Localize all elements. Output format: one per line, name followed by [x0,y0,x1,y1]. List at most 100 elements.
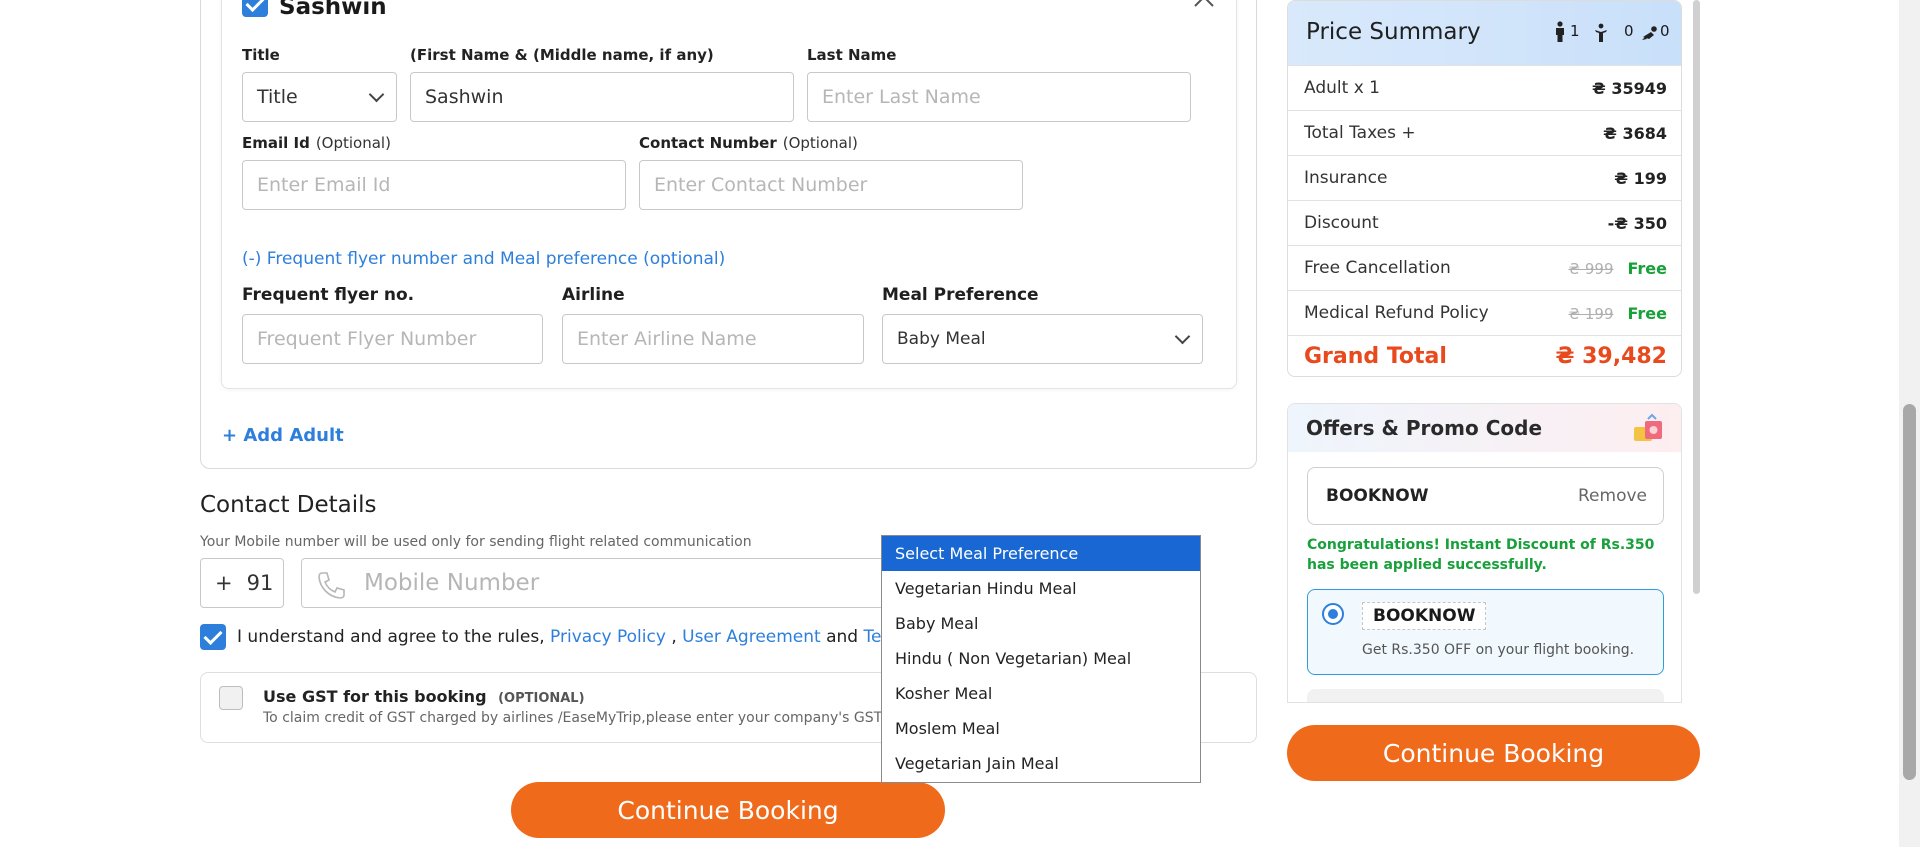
ff-number-input[interactable]: Frequent Flyer Number [242,314,543,364]
sidebar-scrollbar[interactable] [1693,0,1700,594]
price-row-label: Discount [1304,213,1379,233]
first-name-value: Sashwin [425,86,504,108]
meal-option[interactable]: Vegetarian Jain Meal [882,746,1200,781]
price-summary-header: Price Summary 1 0 0 [1288,1,1681,65]
price-row: Insurance ₴ 199 [1288,155,1681,200]
last-name-input[interactable]: Enter Last Name [807,72,1191,122]
agree-prefix: I understand and agree to the rules, [237,627,545,647]
contact-details-subtitle: Your Mobile number will be used only for… [200,534,752,550]
meal-option[interactable]: Baby Meal [882,606,1200,641]
first-name-label: (First Name & (Middle name, if any) [410,46,714,64]
last-name-label: Last Name [807,46,897,64]
continue-booking-button[interactable]: Continue Booking [511,782,945,838]
price-summary-title: Price Summary [1306,19,1481,45]
price-row: Free Cancellation ₴ 999 Free [1288,245,1681,290]
gst-checkbox[interactable] [219,686,243,710]
infant-icon [1642,26,1657,40]
country-code-input[interactable]: + 91 [200,558,284,608]
price-row-value: -₴ 350 [1607,214,1667,233]
infant-count: 0 [1660,22,1670,40]
chevron-down-icon [1174,328,1191,345]
promo-option[interactable]: BOOKNOW Get Rs.350 OFF on your flight bo… [1307,589,1664,675]
mobile-number-input[interactable]: Mobile Number [301,558,901,608]
meal-dropdown-list[interactable]: Select Meal Preference Vegetarian Hindu … [881,535,1201,783]
price-row: Discount -₴ 350 [1288,200,1681,245]
phone-icon [318,572,345,599]
title-select[interactable]: Title [242,72,397,122]
contact-number-input[interactable]: Enter Contact Number [639,160,1023,210]
email-label-text: Email Id [242,134,310,152]
title-label: Title [242,46,280,64]
promo-radio[interactable] [1322,603,1344,625]
child-count: 0 [1624,22,1634,40]
first-name-input[interactable]: Sashwin [410,72,794,122]
grand-total-row: Grand Total ₴ 39,482 [1288,335,1681,376]
contact-details-title: Contact Details [200,492,377,518]
offers-title: Offers & Promo Code [1306,416,1543,440]
traveller-name: Sashwin [279,0,387,20]
email-label: Email Id (Optional) [242,134,391,152]
meal-option[interactable]: Hindu ( Non Vegetarian) Meal [882,641,1200,676]
add-adult-link[interactable]: + Add Adult [222,425,344,446]
price-row-label: Total Taxes + [1304,123,1416,143]
airline-input[interactable]: Enter Airline Name [562,314,864,364]
old-price: ₴ 999 [1568,260,1614,278]
contact-number-label: Contact Number (Optional) [639,134,858,152]
gift-icon [1634,413,1662,441]
last-name-placeholder: Enter Last Name [822,86,981,108]
meal-select[interactable]: Baby Meal [882,314,1203,364]
price-row-label: Medical Refund Policy [1304,303,1489,323]
promo-code-field[interactable]: BOOKNOW Remove [1307,467,1664,525]
price-row: Adult x 1 ₴ 35949 [1288,65,1681,110]
price-row-label: Insurance [1304,168,1388,188]
promo-option-next[interactable] [1307,689,1664,702]
and-text: and [826,627,859,647]
price-row: Medical Refund Policy ₴ 199 Free [1288,290,1681,335]
meal-option[interactable]: Vegetarian Hindu Meal [882,571,1200,606]
contact-placeholder: Enter Contact Number [654,174,868,196]
price-row-label: Adult x 1 [1304,78,1380,98]
privacy-policy-link[interactable]: Privacy Policy [550,627,666,647]
gst-description: To claim credit of GST charged by airlin… [263,710,883,726]
email-input[interactable]: Enter Email Id [242,160,626,210]
meal-select-value: Baby Meal [897,329,986,349]
price-row-value-group: ₴ 199 Free [1568,304,1667,323]
promo-success-message: Congratulations! Instant Discount of Rs.… [1307,537,1655,573]
price-row-label: Free Cancellation [1304,258,1451,278]
meal-option[interactable]: Kosher Meal [882,676,1200,711]
chevron-down-icon [368,86,385,103]
meal-option[interactable]: Select Meal Preference [882,536,1200,571]
traveller-checkbox[interactable] [242,0,268,17]
adult-count: 1 [1570,22,1580,40]
airline-placeholder: Enter Airline Name [577,328,757,350]
agree-checkbox[interactable] [200,624,226,650]
meal-label: Meal Preference [882,285,1039,305]
collapse-icon[interactable] [1193,0,1215,8]
continue-booking-sidebar-button[interactable]: Continue Booking [1287,725,1700,781]
plus-sign: + [215,571,233,595]
airline-label: Airline [562,285,625,305]
comma: , [671,627,677,647]
contact-optional: (Optional) [782,134,858,152]
price-summary-card: Price Summary 1 0 0 Adult x 1 ₴ 35949 To… [1287,0,1682,377]
country-code-value: 91 [246,571,274,595]
promo-option-code: BOOKNOW [1362,602,1487,630]
remove-promo-button[interactable]: Remove [1578,486,1647,506]
gst-title-text: Use GST for this booking [263,687,487,706]
title-select-value: Title [257,86,298,108]
meal-option[interactable]: Moslem Meal [882,711,1200,746]
email-placeholder: Enter Email Id [257,174,391,196]
agree-text: I understand and agree to the rules, Pri… [237,627,914,647]
price-row-value: ₴ 35949 [1592,79,1667,98]
price-row: Total Taxes + ₴ 3684 [1288,110,1681,155]
ff-label: Frequent flyer no. [242,285,415,305]
child-icon [1595,23,1607,42]
promo-code-value: BOOKNOW [1326,486,1429,506]
offers-header: Offers & Promo Code [1288,404,1681,452]
user-agreement-link[interactable]: User Agreement [682,627,821,647]
frequent-flyer-toggle[interactable]: (-) Frequent flyer number and Meal prefe… [242,249,725,269]
price-row-value: ₴ 199 [1614,169,1667,188]
page-scrollbar-thumb[interactable] [1903,404,1916,780]
ff-placeholder: Frequent Flyer Number [257,328,477,350]
old-price: ₴ 199 [1568,305,1614,323]
